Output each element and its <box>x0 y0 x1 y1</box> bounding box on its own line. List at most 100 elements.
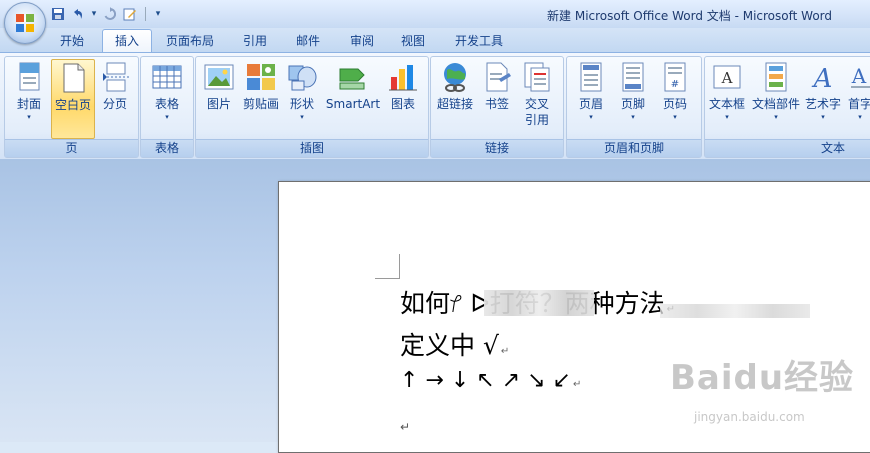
save-icon[interactable] <box>50 6 66 22</box>
paragraph-mark: ↵ <box>573 379 582 390</box>
paragraph-mark: ↵ <box>500 346 510 357</box>
footer-icon <box>617 61 649 93</box>
undo-dropdown-icon[interactable]: ▾ <box>90 6 98 22</box>
group-table: 表格 ▾ 表格 <box>140 56 194 158</box>
chart-button[interactable]: 图表 <box>384 61 422 135</box>
tab-mailings[interactable]: 邮件 <box>284 30 332 52</box>
bookmark-icon <box>481 61 513 93</box>
cover-page-label: 封面 <box>16 97 41 111</box>
group-header-footer-label: 页眉和页脚 <box>567 139 701 157</box>
group-table-label: 表格 <box>141 139 193 157</box>
textbox-icon: A <box>711 61 743 93</box>
svg-text:A: A <box>812 64 833 93</box>
tab-insert[interactable]: 插入 <box>102 29 153 53</box>
chart-label: 图表 <box>390 97 415 111</box>
clipart-button[interactable]: 剪贴画 <box>240 61 282 135</box>
drop-cap-label: 首字 <box>847 97 870 111</box>
blurred-region <box>660 304 810 318</box>
textbox-button[interactable]: A 文本框 ▾ <box>707 61 747 135</box>
group-text-label: 文本 <box>705 139 870 157</box>
qat-separator <box>145 7 146 21</box>
edit-icon[interactable] <box>122 6 138 22</box>
header-button[interactable]: 页眉 ▾ <box>571 61 611 135</box>
office-logo-icon <box>16 14 34 32</box>
clipart-label: 剪贴画 <box>242 97 279 111</box>
tab-review[interactable]: 审阅 <box>338 30 386 52</box>
quick-parts-button[interactable]: 文档部件 ▾ <box>749 61 803 135</box>
drop-cap-dropdown-icon: ▾ <box>858 113 862 121</box>
group-text: A 文本框 ▾ 文档部件 ▾ A 艺术字 ▾ A 首字 ▾ 文本 <box>704 56 870 158</box>
hyperlink-label: 超链接 <box>436 97 473 111</box>
footer-dropdown-icon: ▾ <box>631 113 635 121</box>
undo-icon[interactable] <box>70 6 86 22</box>
tab-home[interactable]: 开始 <box>48 30 96 52</box>
header-dropdown-icon: ▾ <box>589 113 593 121</box>
page-break-icon <box>99 61 131 93</box>
shapes-button[interactable]: 形状 ▾ <box>284 61 320 135</box>
wordart-button[interactable]: A 艺术字 ▾ <box>805 61 841 135</box>
svg-text:A: A <box>851 64 867 88</box>
blank-page-icon <box>57 62 89 94</box>
tab-references[interactable]: 引用 <box>231 30 279 52</box>
wordart-icon: A <box>807 61 839 94</box>
customize-qat-icon[interactable]: ▾ <box>153 6 163 22</box>
cross-reference-button[interactable]: 交叉 引用 <box>517 61 557 135</box>
quick-access-toolbar: ▾ ▾ <box>50 4 163 24</box>
drop-cap-icon: A <box>847 61 870 93</box>
bookmark-label: 书签 <box>484 97 509 111</box>
group-header-footer: 页眉 ▾ 页脚 ▾ # 页码 ▾ 页眉和页脚 <box>566 56 702 158</box>
watermark-url: jingyan.baidu.com <box>694 410 805 424</box>
footer-button[interactable]: 页脚 ▾ <box>613 61 653 135</box>
picture-icon <box>203 61 235 93</box>
page-break-label: 分页 <box>102 97 127 111</box>
tab-view[interactable]: 视图 <box>389 30 437 52</box>
ribbon-tabs: 开始 插入 页面布局 引用 邮件 审阅 视图 开发工具 <box>0 28 870 53</box>
line-3-text: ↑ → ↓ ↖ ↗ ↘ ↙ <box>400 368 571 393</box>
tab-page-layout[interactable]: 页面布局 <box>154 30 226 52</box>
office-button[interactable] <box>4 2 46 44</box>
smartart-button[interactable]: SmartArt <box>324 61 382 135</box>
baidu-watermark: Baidu经验 jingyan.baidu.com <box>670 350 860 430</box>
smartart-label: SmartArt <box>325 97 381 111</box>
hyperlink-button[interactable]: 超链接 <box>433 61 477 135</box>
document-line-2[interactable]: 定义中 √ ↵ <box>400 326 509 362</box>
globe-link-icon <box>439 61 471 93</box>
page-number-icon: # <box>659 61 691 93</box>
cross-reference-icon <box>521 61 553 93</box>
header-icon <box>575 61 607 93</box>
picture-button[interactable]: 图片 <box>200 61 238 135</box>
blank-page-button[interactable]: 空白页 <box>51 59 95 139</box>
wordart-label: 艺术字 <box>805 97 842 111</box>
redo-icon[interactable] <box>102 6 118 22</box>
group-page-label: 页 <box>5 139 138 157</box>
document-line-4[interactable]: ↵ <box>400 420 410 434</box>
bookmark-button[interactable]: 书签 <box>479 61 515 135</box>
shapes-dropdown-icon: ▾ <box>300 113 304 121</box>
page-number-dropdown-icon: ▾ <box>673 113 677 121</box>
group-illustrations-label: 插图 <box>196 139 428 157</box>
table-label: 表格 <box>154 97 179 111</box>
wordart-dropdown-icon: ▾ <box>821 113 825 121</box>
picture-label: 图片 <box>206 97 231 111</box>
cover-page-icon <box>13 61 45 93</box>
ribbon: 封面 ▾ 空白页 分页 页 表格 ▾ 表格 图片 剪贴画 形状 ▾ SmartA… <box>0 52 870 160</box>
cover-page-dropdown-icon: ▾ <box>27 113 31 121</box>
quick-parts-dropdown-icon: ▾ <box>774 113 778 121</box>
document-line-3[interactable]: ↑ → ↓ ↖ ↗ ↘ ↙ ↵ <box>400 368 581 393</box>
drop-cap-button[interactable]: A 首字 ▾ <box>845 61 870 135</box>
page-break-button[interactable]: 分页 <box>95 61 135 135</box>
cross-reference-label-2: 引用 <box>524 113 549 127</box>
tab-developer[interactable]: 开发工具 <box>443 30 515 52</box>
cover-page-button[interactable]: 封面 ▾ <box>9 61 49 135</box>
table-dropdown-icon: ▾ <box>165 113 169 121</box>
blurred-region <box>484 290 594 316</box>
watermark-logo: Baidu经验 <box>670 358 855 398</box>
shapes-icon <box>286 61 318 93</box>
group-page: 封面 ▾ 空白页 分页 页 <box>4 56 139 158</box>
clipart-icon <box>245 61 277 93</box>
group-illustrations: 图片 剪贴画 形状 ▾ SmartArt 图表 插图 <box>195 56 429 158</box>
blank-page-label: 空白页 <box>54 98 91 112</box>
page-number-button[interactable]: # 页码 ▾ <box>655 61 695 135</box>
footer-label: 页脚 <box>620 97 645 111</box>
table-button[interactable]: 表格 ▾ <box>147 61 187 135</box>
